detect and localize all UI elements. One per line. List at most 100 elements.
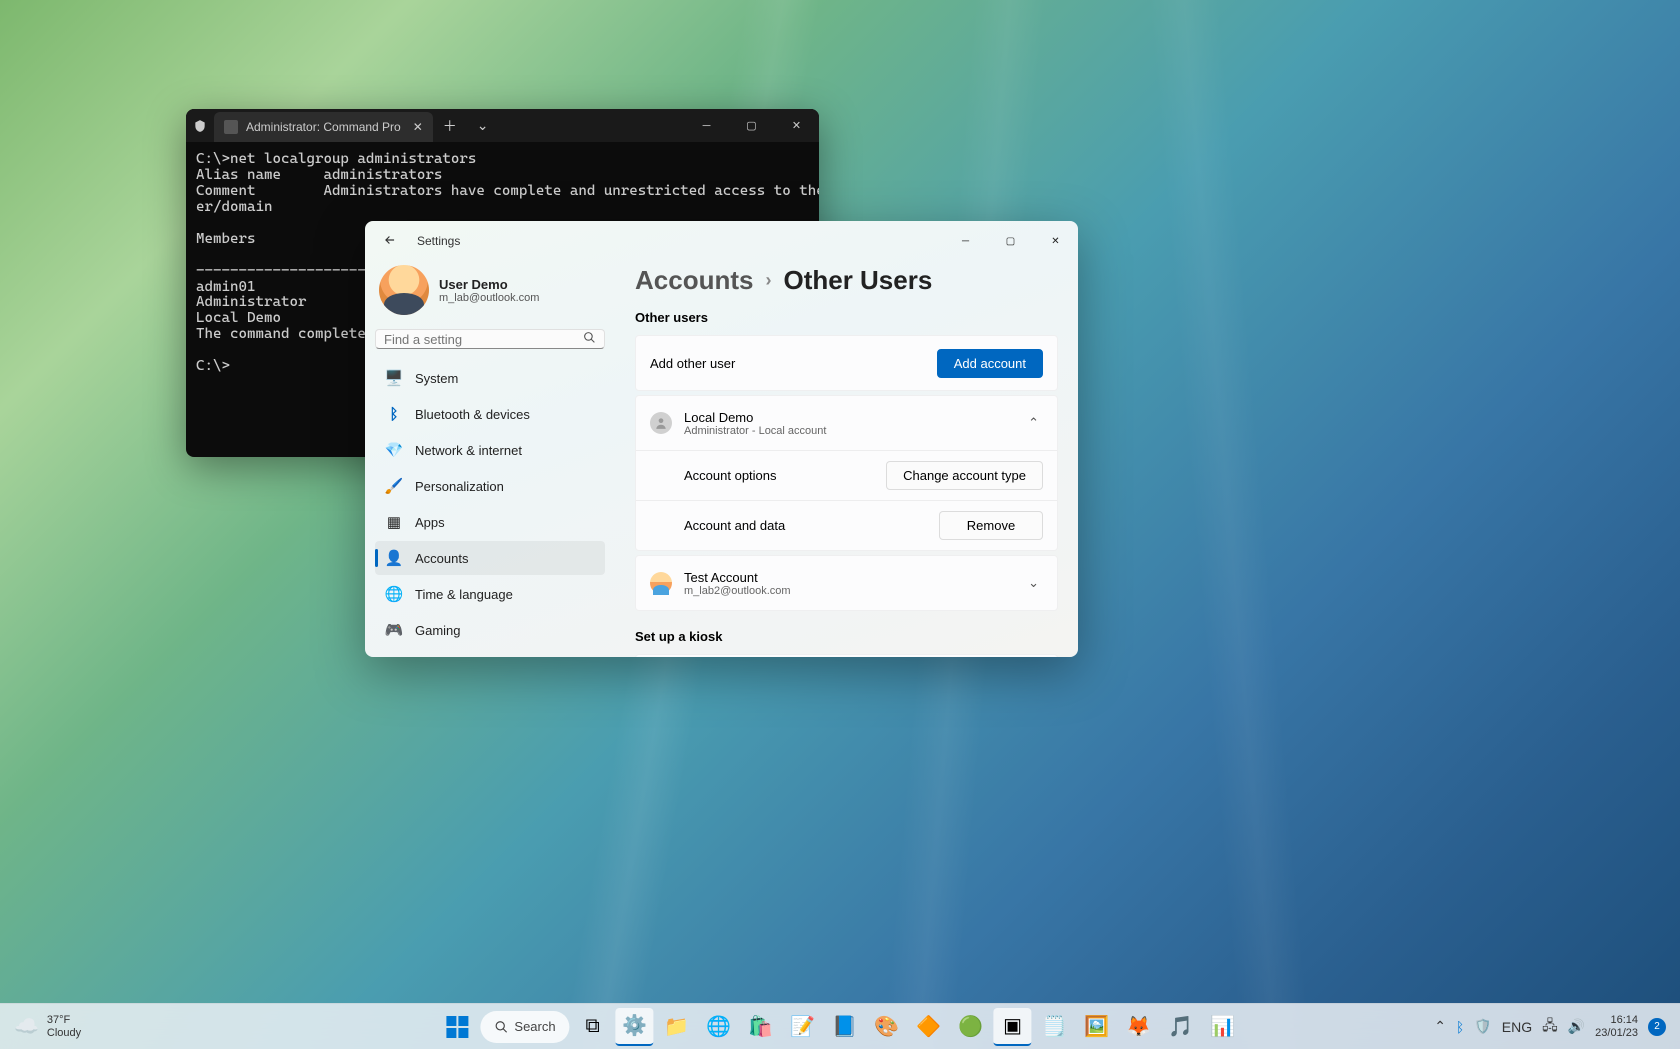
remove-button[interactable]: Remove (939, 511, 1043, 540)
nav-apps[interactable]: ▦Apps (375, 505, 605, 539)
terminal-tab[interactable]: Administrator: Command Pro ✕ (214, 112, 433, 142)
terminal-close[interactable]: ✕ (774, 109, 819, 142)
settings-search[interactable] (375, 329, 605, 349)
change-account-type-button[interactable]: Change account type (886, 461, 1043, 490)
terminal-new-tab[interactable]: ＋ (433, 116, 467, 136)
nav-accounts[interactable]: 👤Accounts (375, 541, 605, 575)
windows-logo-icon (446, 1016, 468, 1038)
settings-content: Accounts › Other Users Other users Add o… (615, 261, 1078, 657)
brush-icon: 🖌️ (385, 477, 403, 495)
tray-overflow[interactable]: ⌃ (1434, 1018, 1446, 1035)
taskbar: ☁️ 37°F Cloudy Search ⧉ ⚙️ 📁 🌐 🛍️ 📝 📘 🎨 … (0, 1003, 1680, 1049)
search-icon (494, 1020, 508, 1034)
taskbar-app-explorer[interactable]: 📁 (658, 1008, 696, 1046)
shield-icon (186, 119, 214, 133)
nav-time-language[interactable]: 🌐 Time & language (375, 577, 605, 611)
nav-gaming[interactable]: 🎮Gaming (375, 613, 605, 647)
nav-label: Gaming (415, 623, 461, 638)
settings-minimize[interactable]: ─ (943, 224, 988, 258)
volume-icon[interactable]: 🔊 (1568, 1018, 1585, 1035)
start-button[interactable] (438, 1008, 476, 1046)
section-other-users: Other users (635, 310, 1058, 325)
chevron-right-icon: › (765, 270, 771, 291)
taskbar-app-notepad[interactable]: 📝 (784, 1008, 822, 1046)
taskbar-search-label: Search (514, 1019, 555, 1034)
account-and-data-row: Account and data Remove (636, 500, 1057, 550)
taskbar-app-terminal[interactable]: ▣ (994, 1008, 1032, 1046)
security-icon[interactable]: 🛡️ (1474, 1018, 1491, 1035)
breadcrumb-current: Other Users (783, 265, 932, 296)
nav-bluetooth[interactable]: ᛒBluetooth & devices (375, 397, 605, 431)
nav-personalization[interactable]: 🖌️Personalization (375, 469, 605, 503)
language-indicator[interactable]: ENG (1502, 1019, 1532, 1035)
user-row[interactable]: Local Demo Administrator - Local account… (636, 396, 1057, 450)
network-icon[interactable]: 🖧 (1542, 1015, 1558, 1039)
task-view[interactable]: ⧉ (574, 1008, 612, 1046)
section-kiosk: Set up a kiosk (635, 629, 1058, 644)
cmd-icon (224, 120, 238, 134)
terminal-tab-title: Administrator: Command Pro (246, 120, 401, 134)
account-and-data-label: Account and data (684, 518, 785, 533)
taskbar-app-photos[interactable]: 🖼️ (1078, 1008, 1116, 1046)
settings-nav: 🖥️System ᛒBluetooth & devices 💎 Network &… (375, 361, 605, 647)
nav-network[interactable]: 💎 Network & internet (375, 433, 605, 467)
taskbar-app-edge[interactable]: 🌐 (700, 1008, 738, 1046)
add-account-button[interactable]: Add account (937, 349, 1043, 378)
breadcrumb-parent[interactable]: Accounts (635, 265, 753, 296)
person-icon: 👤 (385, 549, 403, 567)
terminal-minimize[interactable]: ─ (684, 109, 729, 142)
terminal-tab-dropdown[interactable]: ⌄ (467, 117, 499, 134)
system-tray: ⌃ ᛒ 🛡️ ENG 🖧 🔊 16:14 23/01/23 2 (1434, 1014, 1680, 1038)
notification-badge[interactable]: 2 (1648, 1018, 1666, 1036)
search-input[interactable] (384, 332, 583, 347)
taskbar-app-chrome[interactable]: 🟢 (952, 1008, 990, 1046)
taskbar-app-paint[interactable]: 🎨 (868, 1008, 906, 1046)
account-options-label: Account options (684, 468, 777, 483)
back-button[interactable] (379, 229, 401, 254)
profile-block[interactable]: User Demo m_lab@outlook.com (375, 261, 605, 329)
user-card-test-account: Test Account m_lab2@outlook.com ⌄ (635, 555, 1058, 611)
tray-time: 16:14 (1595, 1014, 1638, 1026)
profile-email: m_lab@outlook.com (439, 292, 539, 304)
taskbar-app-firefox[interactable]: 🦊 (1120, 1008, 1158, 1046)
taskbar-app-word[interactable]: 📘 (826, 1008, 864, 1046)
nav-system[interactable]: 🖥️System (375, 361, 605, 395)
taskbar-center: Search ⧉ ⚙️ 📁 🌐 🛍️ 📝 📘 🎨 🔶 🟢 ▣ 🗒️ 🖼️ 🦊 🎵… (438, 1008, 1241, 1046)
globe-icon: 🌐 (385, 585, 403, 603)
kiosk-card-partial (635, 654, 1058, 657)
user-subtitle: Administrator - Local account (684, 425, 826, 437)
clock[interactable]: 16:14 23/01/23 (1595, 1014, 1638, 1038)
taskbar-app-music[interactable]: 🎵 (1162, 1008, 1200, 1046)
account-options-row: Account options Change account type (636, 450, 1057, 500)
taskbar-app-notes[interactable]: 🗒️ (1036, 1008, 1074, 1046)
nav-label: Time & language (415, 587, 513, 602)
user-icon (650, 572, 672, 594)
weather-widget[interactable]: ☁️ 37°F Cloudy (0, 1014, 81, 1039)
taskbar-app-settings[interactable]: ⚙️ (616, 1008, 654, 1046)
bluetooth-icon[interactable]: ᛒ (1456, 1019, 1464, 1035)
add-other-user-label: Add other user (650, 356, 735, 371)
chevron-up-icon[interactable]: ⌃ (1024, 411, 1043, 435)
cloud-icon: ☁️ (14, 1014, 39, 1039)
tray-date: 23/01/23 (1595, 1027, 1638, 1039)
network-icon: 💎 (385, 441, 403, 459)
settings-maximize[interactable]: ▢ (988, 224, 1033, 258)
taskbar-search[interactable]: Search (480, 1011, 569, 1043)
profile-name: User Demo (439, 277, 539, 292)
nav-label: Network & internet (415, 443, 522, 458)
settings-window-title: Settings (417, 234, 460, 248)
nav-label: System (415, 371, 458, 386)
taskbar-app-other[interactable]: 📊 (1204, 1008, 1242, 1046)
user-row[interactable]: Test Account m_lab2@outlook.com ⌄ (636, 556, 1057, 610)
taskbar-app-store[interactable]: 🛍️ (742, 1008, 780, 1046)
settings-sidebar: User Demo m_lab@outlook.com 🖥️System ᛒBl… (365, 261, 615, 657)
avatar (379, 265, 429, 315)
settings-close[interactable]: ✕ (1033, 224, 1078, 258)
weather-temp: 37°F (47, 1014, 81, 1026)
chevron-down-icon[interactable]: ⌄ (1024, 571, 1043, 595)
terminal-tab-close[interactable]: ✕ (413, 120, 423, 134)
weather-condition: Cloudy (47, 1027, 81, 1039)
settings-titlebar: Settings ─ ▢ ✕ (365, 221, 1078, 261)
terminal-maximize[interactable]: ▢ (729, 109, 774, 142)
taskbar-app-drive[interactable]: 🔶 (910, 1008, 948, 1046)
